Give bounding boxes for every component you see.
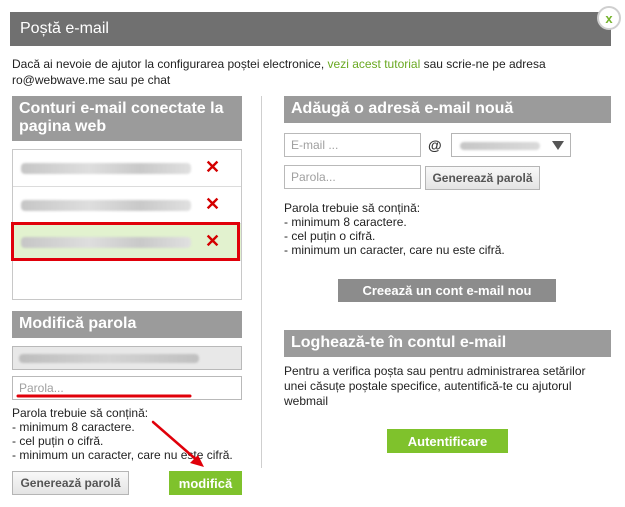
email-dialog: Poștă e-mail x Dacă ai nevoie de ajutor … [0,0,625,507]
annotation-arrow-line [151,420,201,464]
annotation-overlay [16,394,204,467]
